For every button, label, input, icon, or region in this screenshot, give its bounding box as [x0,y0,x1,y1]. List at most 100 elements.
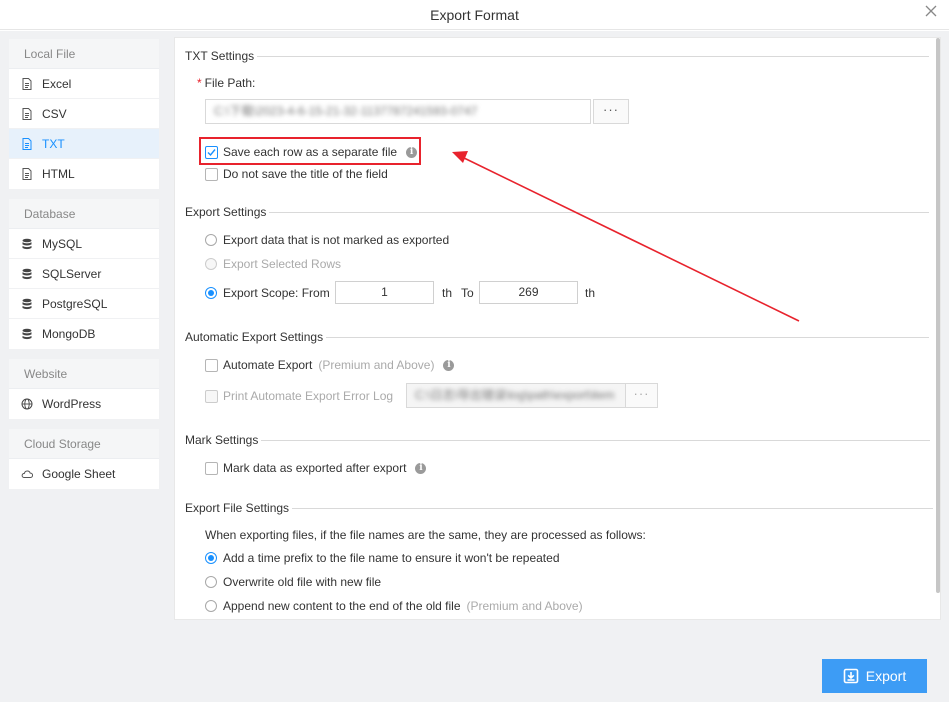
panel-scrollbar[interactable] [936,38,940,593]
file-settings-section: Export File Settings [185,501,934,515]
export-button[interactable]: Export [822,659,927,693]
sidebar-item-label: PostgreSQL [42,296,108,311]
sidebar-item-txt[interactable]: TXT [9,129,159,159]
section-divider [269,211,930,213]
browse-error-log-button: ··· [625,383,658,408]
file-settings-description: When exporting files, if the file names … [205,528,646,542]
sidebar-item-sqlserver[interactable]: SQLServer [9,259,159,289]
info-icon[interactable]: i [415,462,427,474]
export-icon [843,668,859,684]
database-icon [22,328,32,340]
database-icon [22,298,32,309]
sidebar-item-label: MongoDB [42,327,96,341]
sidebar-item-wordpress[interactable]: WordPress [9,389,159,419]
sidebar-item-mysql[interactable]: MySQL [9,229,159,259]
export-scope-option[interactable]: Export Scope: From [205,286,330,300]
section-title: Mark Settings [185,433,259,447]
mark-exported-checkbox[interactable] [205,461,218,475]
export-scope-radio[interactable] [205,287,217,299]
sidebar-item-label: SQLServer [42,266,102,281]
export-button-label: Export [865,668,907,684]
cloud-icon [21,470,33,478]
export-unmarked-radio[interactable] [205,234,217,246]
sidebar-item-excel[interactable]: Excel [9,69,159,99]
sidebar-item-google-sheet[interactable]: Google Sheet [9,459,159,489]
sidebar-group-title: Local File [9,39,159,69]
sidebar-item-html[interactable]: HTML [9,159,159,189]
section-divider [292,507,934,509]
file-path-label-text: File Path: [204,76,256,90]
file-path-value: C:\下载\2023-4-6-15-21-32-1137787241593-07… [214,104,478,118]
automate-export-label: Automate Export [223,358,313,372]
info-icon[interactable]: i [443,359,455,371]
close-icon[interactable] [923,3,939,19]
error-log-checkbox [205,389,218,403]
mark-exported-label: Mark data as exported after export [223,461,407,475]
export-unmarked-option[interactable]: Export data that is not marked as export… [205,233,449,247]
scope-to-label: To [461,286,474,300]
error-log-label: Print Automate Export Error Log [223,389,394,403]
sidebar-item-csv[interactable]: CSV [9,99,159,129]
sidebar-item-label: WordPress [42,397,102,411]
premium-note: (Premium and Above) [318,358,435,372]
section-divider [257,55,930,57]
time-prefix-label: Add a time prefix to the file name to en… [223,551,560,565]
automate-export-checkbox[interactable] [205,358,218,372]
sidebar-group-database: Database MySQL SQLServer PostgreSQL Mong… [9,199,159,349]
sidebar-item-postgresql[interactable]: PostgreSQL [9,289,159,319]
export-settings-section: Export Settings [185,205,930,219]
section-title: Export Settings [185,205,267,219]
sidebar-item-label: MySQL [42,236,83,251]
overwrite-label: Overwrite old file with new file [223,575,382,589]
export-selected-radio [205,258,217,270]
premium-note: (Premium and Above) [466,599,583,613]
append-label: Append new content to the end of the old… [223,599,461,613]
file-path-label: * File Path: [197,76,255,90]
export-scope-label: Export Scope: From [223,286,330,300]
scope-th-label: th [442,286,453,300]
file-path-input[interactable]: C:\下载\2023-4-6-15-21-32-1137787241593-07… [205,99,591,124]
mark-settings-section: Mark Settings [185,433,931,447]
sidebar-item-mongodb[interactable]: MongoDB [9,319,159,349]
file-icon [22,77,32,90]
browse-file-path-button[interactable]: ··· [593,99,629,124]
overwrite-radio[interactable] [205,576,217,588]
time-prefix-option[interactable]: Add a time prefix to the file name to en… [205,551,560,565]
no-title-label: Do not save the title of the field [223,167,388,181]
sidebar-group-title: Website [9,359,159,389]
error-log-path-input: C:\日志\导出错误\log\path\export\item [406,383,627,408]
sidebar-item-label: Excel [42,76,72,91]
auto-export-section: Automatic Export Settings [185,330,930,344]
automate-export-option[interactable]: Automate Export (Premium and Above) i [205,358,455,372]
dialog-titlebar: Export Format [0,0,949,30]
section-divider [326,336,930,338]
time-prefix-radio[interactable] [205,552,217,564]
error-log-option: Print Automate Export Error Log [205,389,393,403]
section-title: Automatic Export Settings [185,330,324,344]
section-title: TXT Settings [185,49,255,63]
scope-to-input[interactable]: 269 [479,281,578,304]
overwrite-option[interactable]: Overwrite old file with new file [205,575,381,589]
append-option[interactable]: Append new content to the end of the old… [205,599,583,613]
scope-from-input[interactable]: 1 [335,281,434,304]
sidebar-item-label: Google Sheet [42,467,116,481]
txt-settings-section: TXT Settings [185,49,930,63]
no-title-option[interactable]: Do not save the title of the field [205,167,388,181]
export-selected-label: Export Selected Rows [223,257,342,271]
export-selected-option: Export Selected Rows [205,257,341,271]
mark-exported-option[interactable]: Mark data as exported after export i [205,461,427,475]
section-title: Export File Settings [185,501,290,515]
sidebar: Local File Excel CSV TXT HTML Database M… [0,31,169,702]
section-divider [261,439,931,441]
sidebar-group-website: Website WordPress [9,359,159,419]
append-radio[interactable] [205,600,217,612]
export-unmarked-label: Export data that is not marked as export… [223,233,450,247]
error-log-path-value: C:\日志\导出错误\log\path\export\item [415,388,615,402]
sidebar-group-title: Cloud Storage [9,429,159,459]
no-title-checkbox[interactable] [205,167,218,181]
sidebar-group-local-file: Local File Excel CSV TXT HTML [9,39,159,189]
required-mark: * [197,76,202,90]
sidebar-item-label: TXT [42,136,65,151]
scope-th-label: th [585,286,596,300]
annotation-highlight-box [199,137,421,165]
